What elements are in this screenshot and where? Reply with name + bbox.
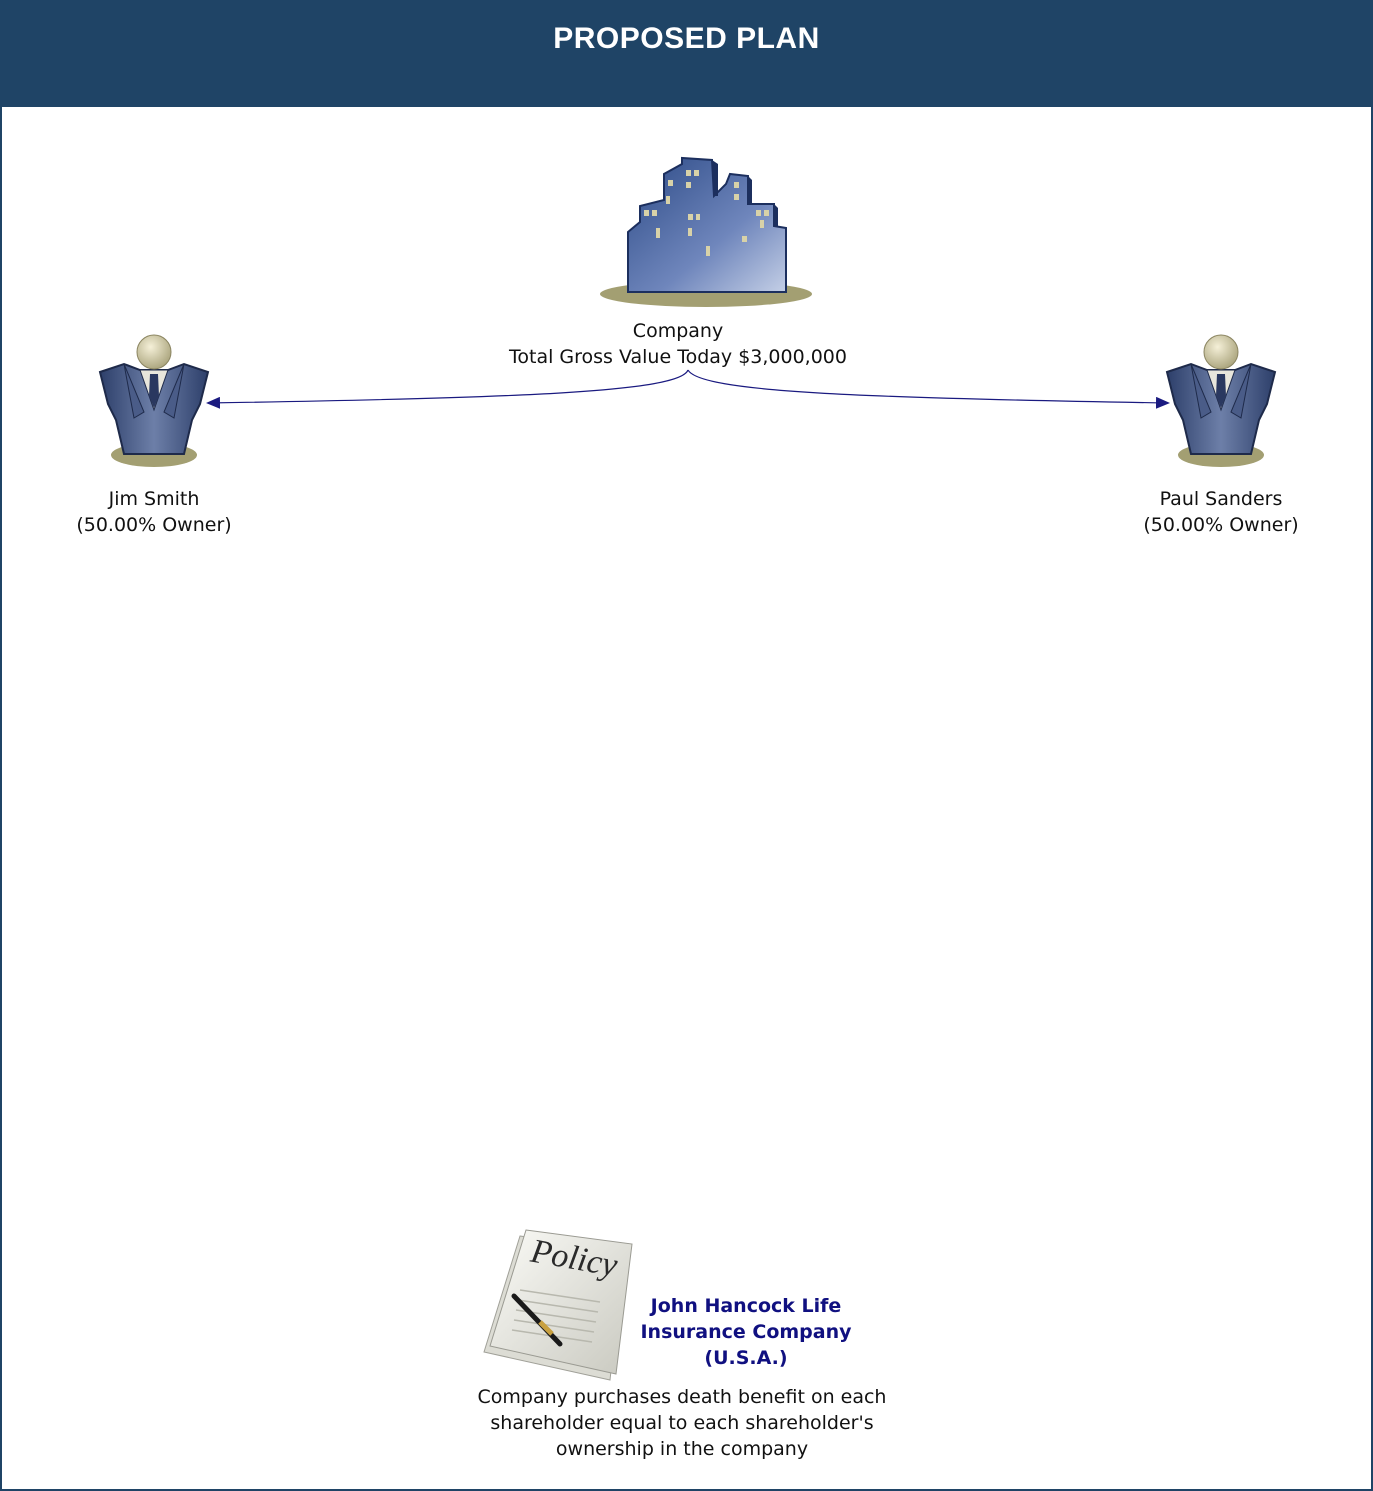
owner-share: (50.00% Owner) bbox=[1143, 514, 1299, 536]
policy-document-icon: Policy bbox=[483, 1229, 633, 1381]
company-value: Total Gross Value Today $3,000,000 bbox=[509, 346, 847, 368]
owner-label-paul-sanders: Paul Sanders (50.00% Owner) bbox=[1110, 486, 1332, 538]
owner-share: (50.00% Owner) bbox=[76, 514, 232, 536]
businessman-icon bbox=[98, 334, 210, 467]
owner-name: Jim Smith bbox=[108, 488, 200, 510]
policy-caption: Company purchases death benefit on each … bbox=[477, 1386, 887, 1460]
businessman-icon bbox=[1165, 334, 1277, 467]
insurer-name: John Hancock Life Insurance Company (U.S… bbox=[640, 1295, 852, 1369]
arrow-to-paul-sanders bbox=[687, 369, 1170, 409]
company-label: Company Total Gross Value Today $3,000,0… bbox=[478, 318, 878, 370]
city-buildings-icon bbox=[600, 156, 812, 307]
owner-name: Paul Sanders bbox=[1159, 488, 1283, 510]
company-name: Company bbox=[632, 320, 724, 342]
owner-label-jim-smith: Jim Smith (50.00% Owner) bbox=[44, 486, 264, 538]
diagram-canvas: Policy bbox=[98, 156, 1277, 1381]
arrow-to-jim-smith bbox=[206, 369, 689, 409]
